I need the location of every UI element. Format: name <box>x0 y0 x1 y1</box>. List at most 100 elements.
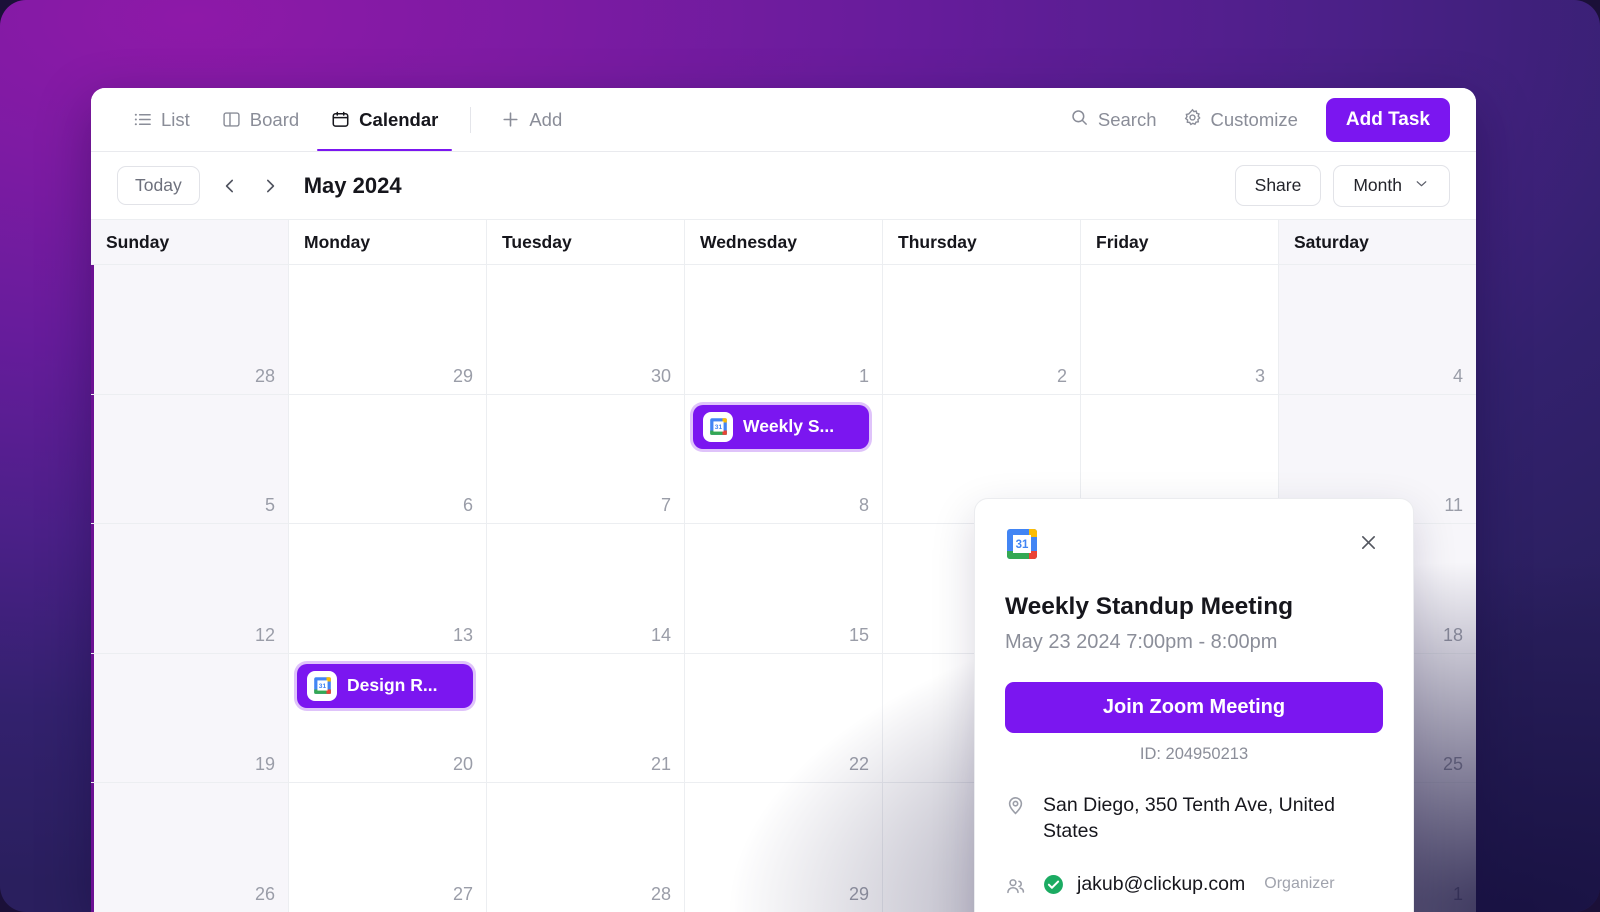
day-number: 28 <box>651 884 671 905</box>
clickup-app-window: List Board <box>91 88 1476 912</box>
calendar-day-cell[interactable]: 13 <box>289 524 487 653</box>
gear-icon <box>1183 108 1202 132</box>
calendar-day-cell[interactable]: 28 <box>487 783 685 912</box>
day-number: 14 <box>651 625 671 646</box>
today-button[interactable]: Today <box>117 166 200 205</box>
day-number: 7 <box>661 495 671 516</box>
calendar-day-cell[interactable]: 29 <box>289 265 487 394</box>
calendar-event[interactable]: 31 Weekly S... <box>693 405 869 449</box>
calendar-day-cell[interactable]: 27 <box>289 783 487 912</box>
event-title: Weekly Standup Meeting <box>1005 593 1383 621</box>
add-view-label: Add <box>529 109 562 131</box>
day-number: 21 <box>651 754 671 775</box>
calendar-day-cell[interactable]: 14 <box>487 524 685 653</box>
view-tabs: List Board <box>119 88 576 151</box>
day-number: 4 <box>1453 366 1463 387</box>
view-mode-select[interactable]: Month <box>1333 165 1450 207</box>
google-calendar-icon: 31 <box>703 412 733 442</box>
calendar-toolbar: Today May 2024 Share Month <box>91 152 1476 220</box>
svg-text:31: 31 <box>1016 539 1029 551</box>
google-calendar-icon: 31 <box>307 671 337 701</box>
tab-board[interactable]: Board <box>208 88 313 151</box>
event-detail-popup: 31 Weekly Standup Meeting May 23 2024 7:… <box>974 498 1414 912</box>
popup-header: 31 <box>1005 527 1383 561</box>
calendar-day-cell[interactable]: 29 <box>685 783 883 912</box>
share-button[interactable]: Share <box>1235 165 1322 206</box>
event-datetime: May 23 2024 7:00pm - 8:00pm <box>1005 631 1383 654</box>
calendar-day-cell[interactable]: 7 <box>487 395 685 524</box>
close-icon[interactable] <box>1353 527 1383 557</box>
event-location-row: San Diego, 350 Tenth Ave, United States <box>1005 792 1383 845</box>
search-button[interactable]: Search <box>1060 101 1167 139</box>
next-month-button[interactable] <box>254 170 286 202</box>
calendar-week-row: 28 29 30 12 3 4 <box>91 264 1476 394</box>
weekday-header-sunday: Sunday <box>91 220 289 264</box>
weekday-header-saturday: Saturday <box>1279 220 1476 264</box>
calendar-day-cell[interactable]: 15 <box>685 524 883 653</box>
day-number: 15 <box>849 625 869 646</box>
chevron-down-icon <box>1413 175 1430 197</box>
weekday-header-wednesday: Wednesday <box>685 220 883 264</box>
calendar-day-cell[interactable]: 22 <box>685 654 883 783</box>
day-number: 11 <box>1444 495 1463 516</box>
add-view-button[interactable]: Add <box>487 88 576 151</box>
customize-button[interactable]: Customize <box>1173 101 1308 139</box>
weekday-header-row: SundayMondayTuesdayWednesdayThursdayFrid… <box>91 220 1476 264</box>
calendar-day-cell[interactable]: 19 <box>91 654 289 783</box>
view-toolbar: List Board <box>91 88 1476 152</box>
weekday-header-friday: Friday <box>1081 220 1279 264</box>
event-location: San Diego, 350 Tenth Ave, United States <box>1031 792 1383 845</box>
calendar-day-cell[interactable]: 5 <box>91 395 289 524</box>
calendar-event-title: Design R... <box>347 675 437 696</box>
search-icon <box>1070 108 1089 132</box>
day-number: 12 <box>255 625 275 646</box>
board-icon <box>222 110 241 129</box>
search-label: Search <box>1098 109 1157 131</box>
calendar-day-cell[interactable]: 1 <box>685 265 883 394</box>
attendee-row: jakub@clickup.comOrganizer <box>1043 873 1335 896</box>
attendee-list: jakub@clickup.comOrganizermagda@clickup.… <box>1031 873 1335 912</box>
calendar-day-cell[interactable]: 3 <box>1081 265 1279 394</box>
calendar-event-title: Weekly S... <box>743 416 834 437</box>
prev-month-button[interactable] <box>214 170 246 202</box>
tab-calendar-label: Calendar <box>359 109 438 131</box>
google-calendar-icon: 31 <box>1005 527 1039 561</box>
tab-board-label: Board <box>250 109 299 131</box>
calendar-grid: SundayMondayTuesdayWednesdayThursdayFrid… <box>91 220 1476 912</box>
day-number: 19 <box>255 754 275 775</box>
calendar-day-cell[interactable]: 30 <box>487 265 685 394</box>
svg-text:31: 31 <box>318 683 326 690</box>
map-pin-icon <box>1005 792 1031 845</box>
tab-list[interactable]: List <box>119 88 204 151</box>
svg-text:31: 31 <box>714 424 722 431</box>
day-number: 3 <box>1255 366 1265 387</box>
join-zoom-meeting-button[interactable]: Join Zoom Meeting <box>1005 682 1383 733</box>
attendee-email: jakub@clickup.com <box>1077 873 1245 896</box>
calendar-day-cell[interactable]: 2 <box>883 265 1081 394</box>
day-number: 29 <box>453 366 473 387</box>
calendar-day-cell[interactable]: 28 <box>91 265 289 394</box>
add-task-button[interactable]: Add Task <box>1326 98 1450 142</box>
calendar-day-cell[interactable]: 31 Design R...20 <box>289 654 487 783</box>
toolbar-divider <box>470 107 471 133</box>
toolbar-actions: Search Customize Add Task <box>1060 98 1450 142</box>
calendar-day-cell[interactable]: 26 <box>91 783 289 912</box>
tab-list-label: List <box>161 109 190 131</box>
desktop-backdrop: List Board <box>0 0 1600 912</box>
calendar-day-cell[interactable]: 4 <box>1279 265 1476 394</box>
calendar-icon <box>331 110 350 129</box>
calendar-day-cell[interactable]: 6 <box>289 395 487 524</box>
calendar-day-cell[interactable]: 12 <box>91 524 289 653</box>
day-number: 28 <box>255 366 275 387</box>
calendar-day-cell[interactable]: 31 Weekly S...8 <box>685 395 883 524</box>
day-number: 30 <box>651 366 671 387</box>
day-number: 26 <box>255 884 275 905</box>
calendar-event[interactable]: 31 Design R... <box>297 664 473 708</box>
list-icon <box>133 110 152 129</box>
calendar-day-cell[interactable]: 21 <box>487 654 685 783</box>
zoom-meeting-id: ID: 204950213 <box>1005 745 1383 764</box>
weekday-header-thursday: Thursday <box>883 220 1081 264</box>
tab-calendar[interactable]: Calendar <box>317 88 452 151</box>
day-number: 18 <box>1443 625 1463 646</box>
check-circle-icon <box>1043 874 1064 895</box>
